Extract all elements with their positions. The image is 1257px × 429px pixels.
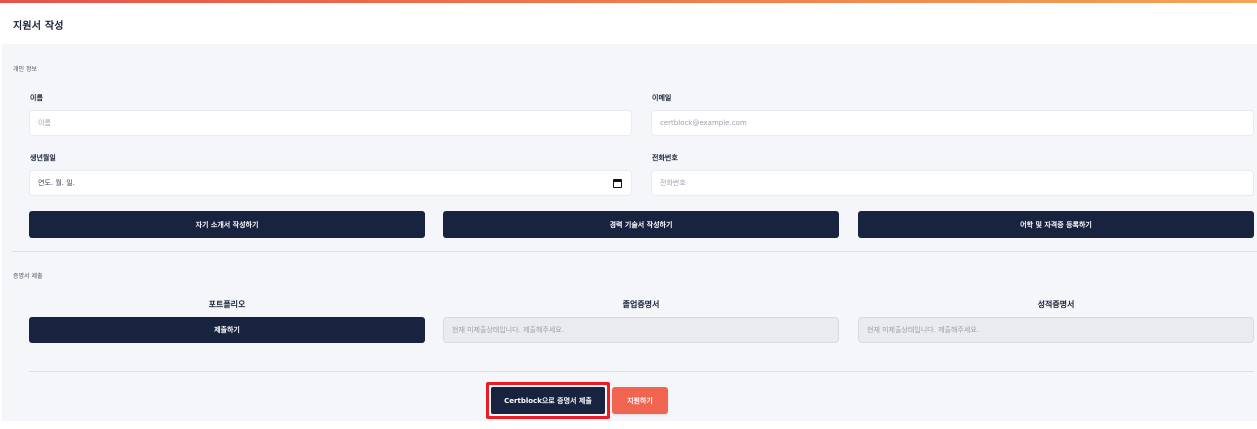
birthdate-input[interactable]: 연도. 월. 일. xyxy=(29,170,632,196)
email-input[interactable]: certblock@example.com xyxy=(651,110,1254,136)
top-accent-bar xyxy=(0,0,1257,3)
section-label-certificates: 증명서 제출 xyxy=(13,273,43,280)
footer-divider xyxy=(29,371,1254,372)
transcript-title: 성적증명서 xyxy=(1037,300,1075,309)
transcript-status-field: 현재 미제출상태입니다. 제출해주세요. xyxy=(858,317,1254,343)
graduation-status: 현재 미제출상태입니다. 제출해주세요. xyxy=(452,326,564,334)
write-career-button[interactable]: 경력 기술서 작성하기 xyxy=(443,211,839,238)
calendar-icon[interactable] xyxy=(613,179,622,188)
name-input[interactable]: 이름 xyxy=(29,110,632,136)
page-title: 지원서 작성 xyxy=(13,21,64,32)
register-language-button[interactable]: 어학 및 자격증 등록하기 xyxy=(858,211,1254,238)
apply-button[interactable]: 지원하기 xyxy=(612,387,668,414)
section-divider xyxy=(12,251,1257,252)
birthdate-placeholder: 연도. 월. 일. xyxy=(38,179,75,187)
email-label: 이메일 xyxy=(652,94,672,102)
phone-placeholder: 전화번호 xyxy=(660,179,686,187)
graduation-title: 졸업증명서 xyxy=(622,300,660,309)
email-placeholder: certblock@example.com xyxy=(660,119,747,127)
phone-label: 전화번호 xyxy=(652,154,678,162)
birthdate-label: 생년월일 xyxy=(30,154,56,162)
write-intro-button[interactable]: 자기 소개서 작성하기 xyxy=(29,211,425,238)
name-placeholder: 이름 xyxy=(38,119,51,127)
portfolio-submit-button[interactable]: 제출하기 xyxy=(29,317,425,343)
section-label-personal: 개인 정보 xyxy=(13,66,37,73)
name-label: 이름 xyxy=(30,94,43,102)
graduation-status-field: 현재 미제출상태입니다. 제출해주세요. xyxy=(443,317,839,343)
portfolio-title: 포트폴리오 xyxy=(208,300,246,309)
certblock-submit-button[interactable]: Certblock으로 증명서 제출 xyxy=(491,387,605,414)
phone-input[interactable]: 전화번호 xyxy=(651,170,1254,196)
transcript-status: 현재 미제출상태입니다. 제출해주세요. xyxy=(867,326,979,334)
